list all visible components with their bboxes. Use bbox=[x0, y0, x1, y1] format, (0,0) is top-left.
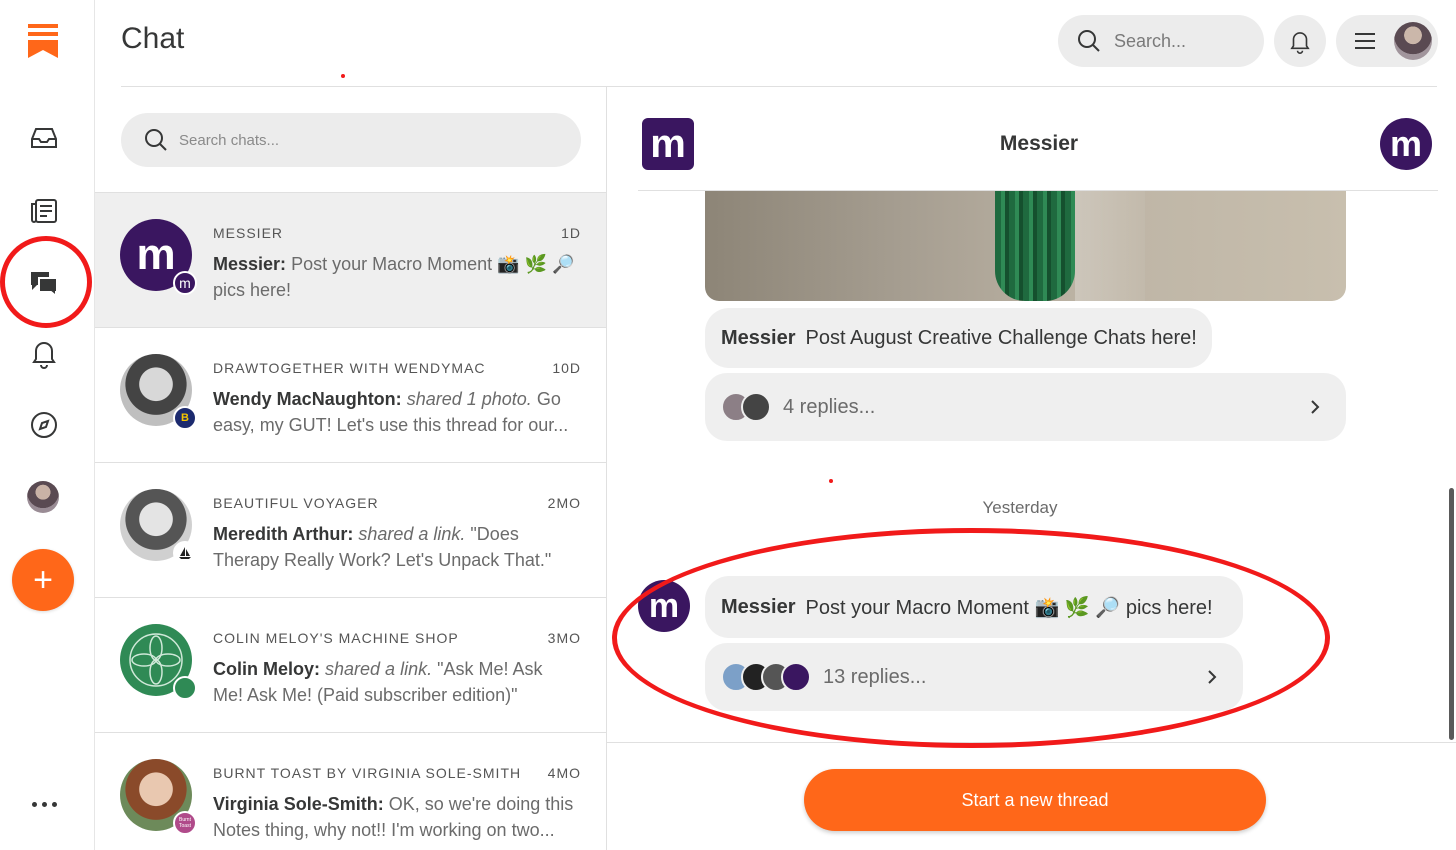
chevron-right-icon bbox=[1311, 400, 1320, 414]
thread-footer-divider bbox=[607, 742, 1456, 743]
bell-icon bbox=[1290, 32, 1310, 54]
chat-time: 1D bbox=[561, 225, 581, 241]
chat-preview: Wendy MacNaughton: shared 1 photo. Go ea… bbox=[213, 389, 569, 435]
thread-scrollbar[interactable] bbox=[1449, 488, 1454, 740]
account-avatar bbox=[1394, 22, 1432, 60]
explore-button[interactable] bbox=[22, 403, 66, 447]
app-root: + Chat Search... Search chats... m m MES… bbox=[0, 0, 1456, 850]
thread-publication-logo[interactable]: m bbox=[642, 118, 694, 170]
reader-icon bbox=[31, 199, 57, 223]
chat-item-burnt-toast[interactable]: Burnt Toast BURNT TOAST BY VIRGINIA SOLE… bbox=[95, 733, 606, 850]
left-rail: + bbox=[0, 0, 95, 850]
chat-publication: BURNT TOAST BY VIRGINIA SOLE-SMITH bbox=[213, 765, 522, 781]
annotation-dot bbox=[829, 479, 833, 483]
chat-search-input[interactable]: Search chats... bbox=[121, 113, 581, 167]
chat-time: 3MO bbox=[547, 630, 581, 646]
reply-avatars bbox=[721, 392, 771, 422]
thread-replies-button[interactable]: 13 replies... bbox=[705, 643, 1243, 711]
chat-publication: BEAUTIFUL VOYAGER bbox=[213, 495, 379, 511]
message-text: Post your Macro Moment 📸 🌿 🔎 pics here! bbox=[805, 596, 1213, 619]
publication-badge: B bbox=[173, 406, 197, 430]
more-options-icon[interactable] bbox=[26, 790, 62, 818]
reply-count: 4 replies... bbox=[783, 395, 876, 418]
thread-message[interactable]: Messier Post August Creative Challenge C… bbox=[705, 308, 1212, 368]
start-new-thread-button[interactable]: Start a new thread bbox=[804, 769, 1266, 831]
chat-preview: Messier: Post your Macro Moment 📸 🌿 🔎 pi… bbox=[213, 254, 575, 300]
chevron-right-icon bbox=[1208, 670, 1217, 684]
chat-button[interactable] bbox=[22, 260, 66, 304]
chat-publication: DRAWTOGETHER WITH WENDYMAC bbox=[213, 360, 486, 376]
chat-list-panel: Search chats... m m MESSIER 1D Messier: … bbox=[95, 87, 607, 850]
inbox-button[interactable] bbox=[22, 116, 66, 160]
chat-preview: Meredith Arthur: shared a link. "Does Th… bbox=[213, 524, 552, 570]
reply-avatar bbox=[741, 392, 771, 422]
chat-item-beautiful-voyager[interactable]: BEAUTIFUL VOYAGER 2MO Meredith Arthur: s… bbox=[95, 463, 606, 598]
publication-badge bbox=[173, 676, 197, 700]
thread-owner-avatar[interactable]: m bbox=[1380, 118, 1432, 170]
publication-badge: m bbox=[173, 271, 197, 295]
chat-search-placeholder: Search chats... bbox=[179, 131, 280, 149]
annotation-dot bbox=[341, 74, 345, 78]
chat-item-drawtogether[interactable]: B DRAWTOGETHER WITH WENDYMAC 10D Wendy M… bbox=[95, 328, 606, 463]
photo-stems bbox=[995, 191, 1075, 301]
account-menu-button[interactable] bbox=[1336, 15, 1438, 67]
chat-time: 2MO bbox=[547, 495, 581, 511]
chat-item-messier[interactable]: m m MESSIER 1D Messier: Post your Macro … bbox=[95, 193, 606, 328]
thread-title: Messier bbox=[999, 132, 1079, 155]
compass-icon bbox=[31, 412, 57, 438]
chat-time: 4MO bbox=[547, 765, 581, 781]
chat-publication: MESSIER bbox=[213, 225, 284, 241]
inbox-icon bbox=[31, 128, 57, 148]
sailboat-icon bbox=[173, 541, 197, 565]
shared-photo[interactable] bbox=[705, 191, 1346, 301]
global-search-placeholder: Search... bbox=[1114, 30, 1187, 51]
chat-preview: Virginia Sole-Smith: OK, so we're doing … bbox=[213, 794, 574, 840]
reply-count: 13 replies... bbox=[823, 665, 927, 688]
hamburger-icon bbox=[1355, 33, 1375, 49]
publication-badge: Burnt Toast bbox=[173, 811, 197, 835]
message-author: Messier bbox=[721, 326, 796, 349]
search-icon bbox=[1078, 30, 1100, 52]
chat-preview: Colin Meloy: shared a link. "Ask Me! Ask… bbox=[213, 659, 543, 705]
reply-avatars bbox=[721, 662, 811, 692]
reader-button[interactable] bbox=[22, 189, 66, 233]
page-title: Chat bbox=[121, 22, 185, 55]
bell-icon bbox=[32, 342, 56, 369]
day-separator: Yesterday bbox=[982, 498, 1058, 517]
reply-avatar bbox=[781, 662, 811, 692]
annotation-circle-thread bbox=[612, 528, 1330, 748]
chat-publication: COLIN MELOY'S MACHINE SHOP bbox=[213, 630, 459, 646]
search-icon bbox=[145, 129, 167, 151]
chat-icon bbox=[31, 272, 58, 298]
substack-logo-icon[interactable] bbox=[28, 24, 58, 58]
chat-item-machine-shop[interactable]: COLIN MELOY'S MACHINE SHOP 3MO Colin Mel… bbox=[95, 598, 606, 733]
profile-avatar[interactable] bbox=[27, 481, 59, 513]
notifications-button[interactable] bbox=[22, 331, 66, 375]
message-author: Messier bbox=[721, 595, 796, 618]
chat-time: 10D bbox=[552, 360, 581, 376]
thread-replies-button[interactable]: 4 replies... bbox=[705, 373, 1346, 441]
photo-glass bbox=[1075, 191, 1145, 301]
message-author-avatar[interactable]: m bbox=[638, 580, 690, 632]
thread-message[interactable]: Messier Post your Macro Moment 📸 🌿 🔎 pic… bbox=[705, 576, 1243, 638]
header-notifications-button[interactable] bbox=[1274, 15, 1326, 67]
message-text: Post August Creative Challenge Chats her… bbox=[805, 326, 1197, 349]
global-search-input[interactable]: Search... bbox=[1058, 15, 1264, 67]
compose-button[interactable]: + bbox=[12, 549, 74, 611]
